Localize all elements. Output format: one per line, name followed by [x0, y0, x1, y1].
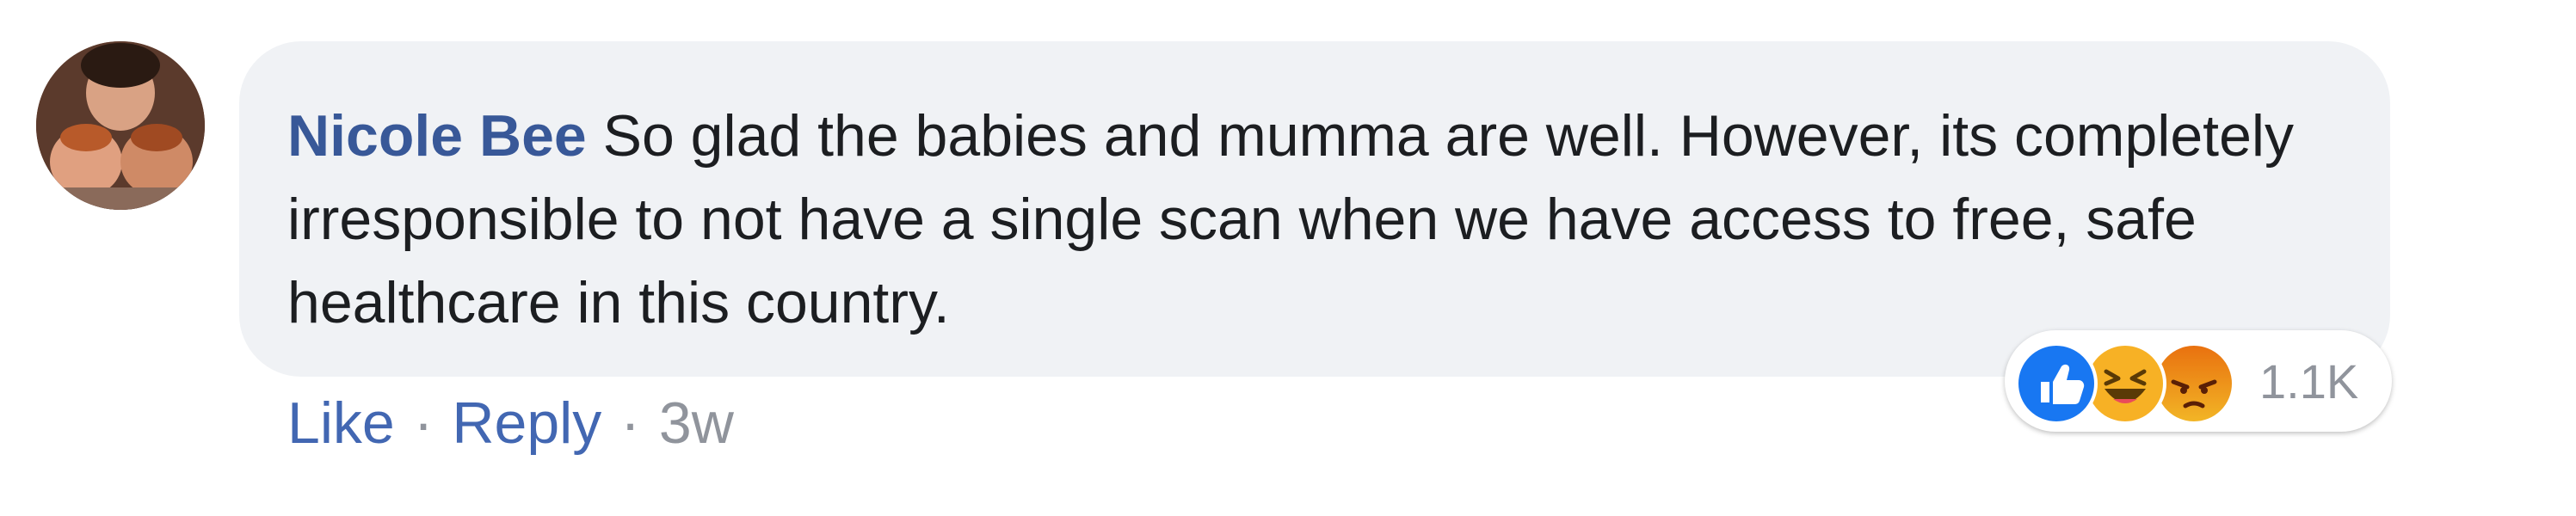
comment-bubble: Nicole Bee So glad the babies and mumma …	[239, 41, 2390, 377]
comment-actions: Like · Reply · 3w	[287, 389, 734, 458]
like-link[interactable]: Like	[287, 390, 395, 456]
like-icon	[2015, 342, 2098, 425]
comment-body: Nicole Bee So glad the babies and mumma …	[287, 95, 2370, 345]
comment-text: So glad the babies and mumma are well. H…	[287, 103, 2295, 335]
avatar-photo	[36, 41, 205, 210]
comment: Nicole Bee So glad the babies and mumma …	[0, 0, 2576, 516]
avatar[interactable]	[36, 41, 205, 210]
comment-author[interactable]: Nicole Bee	[287, 103, 587, 169]
separator: ·	[413, 390, 434, 456]
separator: ·	[620, 390, 640, 456]
reaction-count: 1.1K	[2259, 354, 2359, 408]
timestamp[interactable]: 3w	[659, 390, 734, 456]
reactions-summary[interactable]: 1.1K	[2005, 330, 2392, 432]
reply-link[interactable]: Reply	[452, 390, 601, 456]
